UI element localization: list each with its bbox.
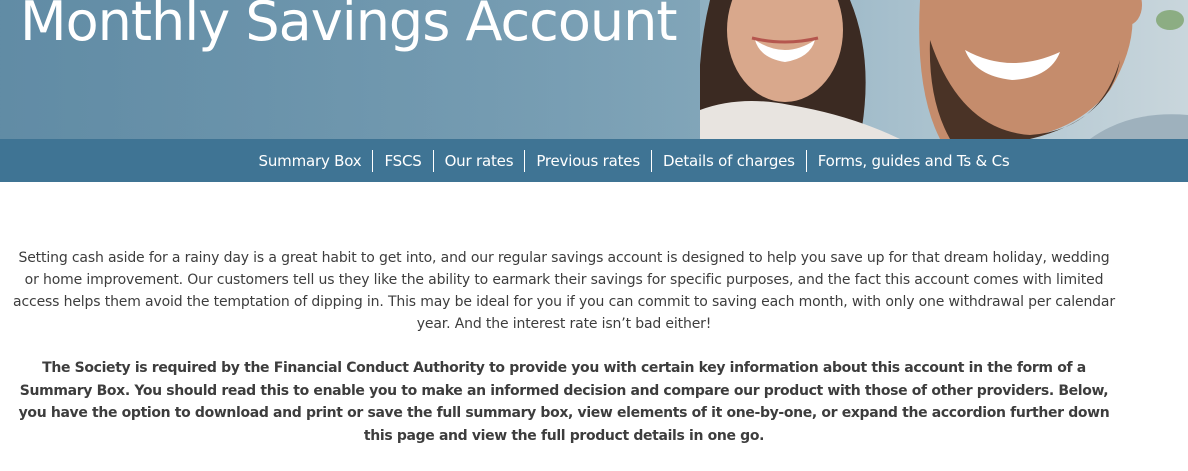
main-content: Setting cash aside for a rainy day is a …: [10, 247, 1118, 447]
section-nav: Summary Box FSCS Our rates Previous rate…: [0, 139, 1188, 182]
page-title: Monthly Savings Account: [20, 0, 678, 53]
nav-item-summary-box[interactable]: Summary Box: [248, 149, 374, 172]
nav-item-our-rates[interactable]: Our rates: [434, 149, 526, 172]
intro-paragraph: Setting cash aside for a rainy day is a …: [13, 250, 1115, 332]
summary-box-notice: The Society is required by the Financial…: [18, 360, 1110, 444]
hero-banner: Monthly Savings Account: [0, 0, 1188, 139]
nav-item-fscs[interactable]: FSCS: [373, 149, 434, 172]
nav-item-details-of-charges[interactable]: Details of charges: [652, 149, 807, 172]
nav-item-previous-rates[interactable]: Previous rates: [525, 149, 652, 172]
nav-item-forms-guides[interactable]: Forms, guides and Ts & Cs: [807, 150, 1021, 172]
hero-photo-couple: [700, 0, 1188, 139]
